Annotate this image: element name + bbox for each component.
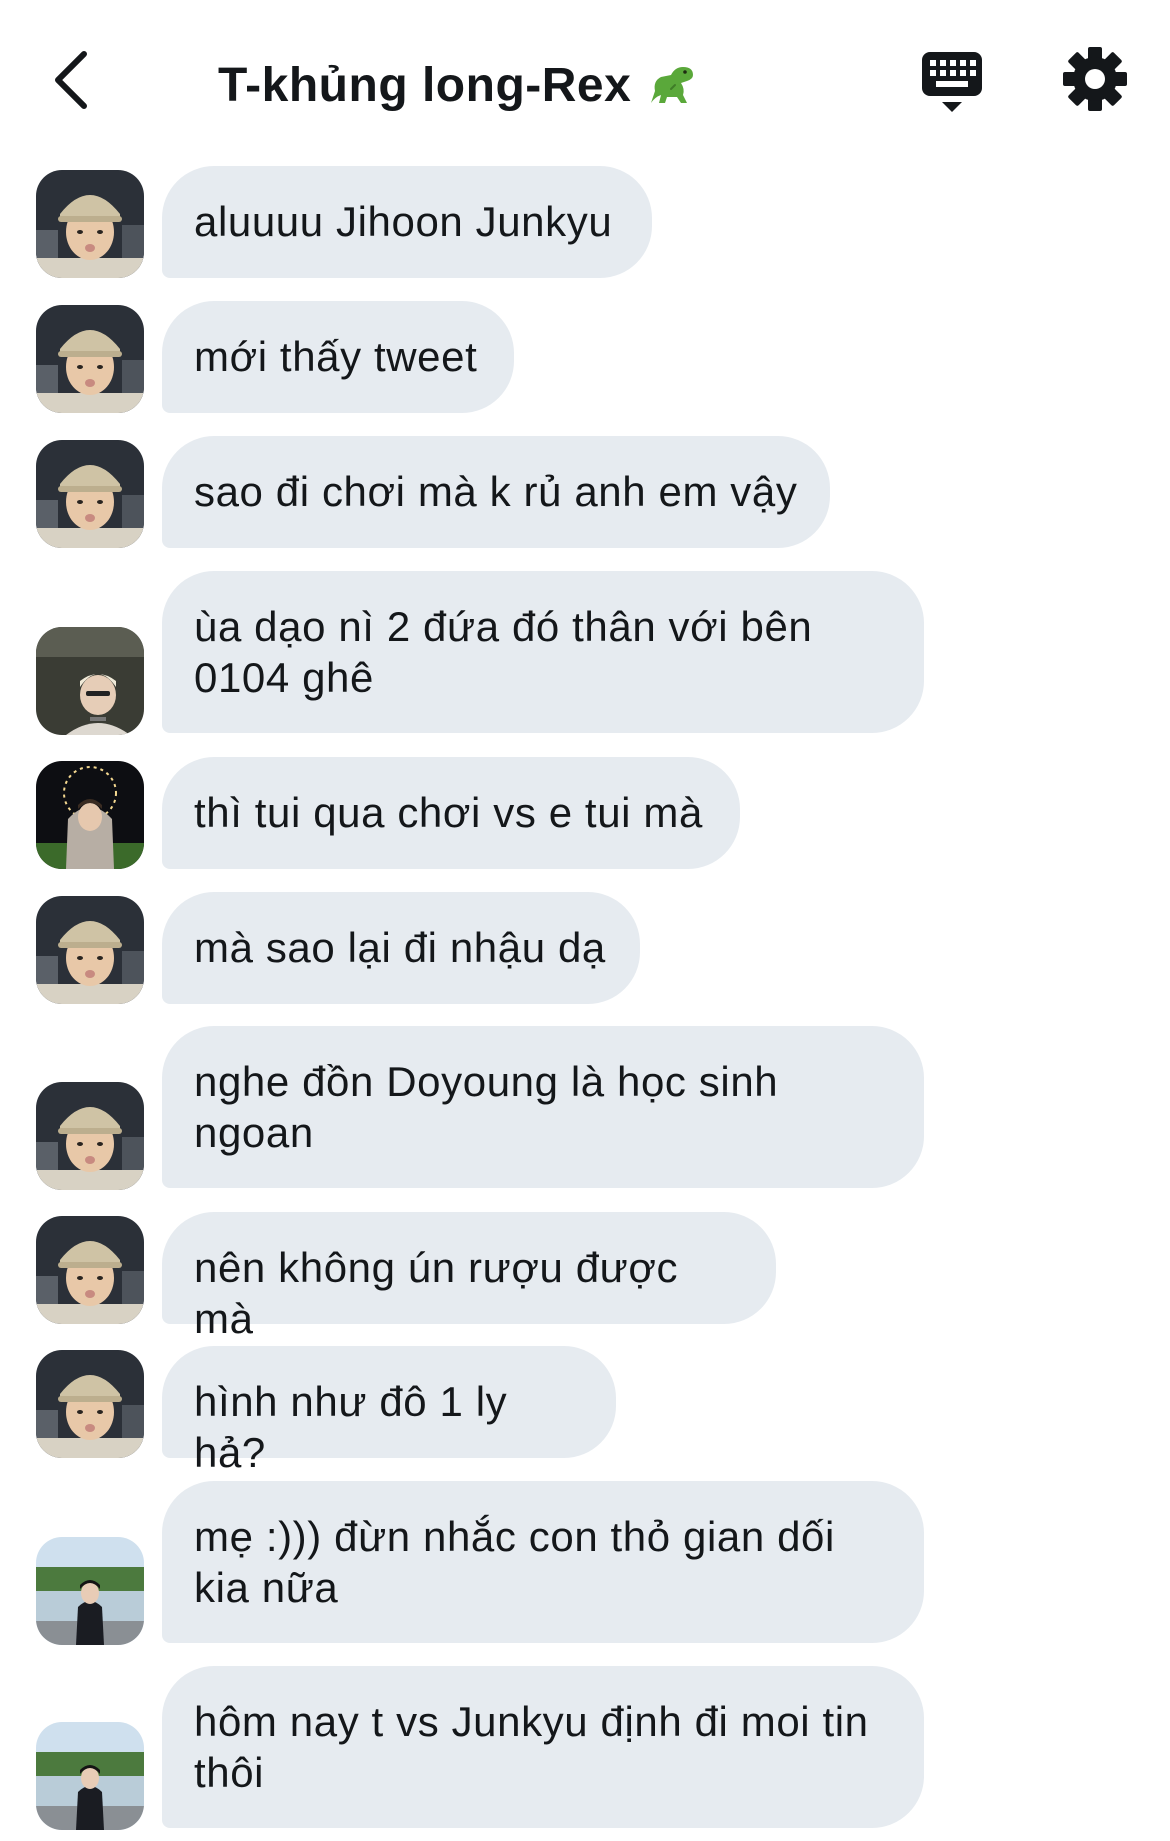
message-bubble[interactable]: mẹ :))) đừn nhắc con thỏ gian dối kia nữ…	[162, 1481, 924, 1643]
message-bubble[interactable]: hình như đô 1 ly hả?	[162, 1346, 616, 1476]
avatar[interactable]	[36, 761, 144, 869]
back-button[interactable]	[40, 45, 100, 115]
avatar[interactable]	[36, 1350, 144, 1458]
message-row: hình như đô 1 ly hả?	[0, 1346, 1170, 1476]
message-row: nghe đồn Doyoung là học sinh ngoan	[0, 1026, 1170, 1188]
avatar[interactable]	[36, 440, 144, 548]
conversation-title: T-khủng long-Rex	[218, 50, 697, 120]
message-bubble[interactable]: aluuuu Jihoon Junkyu	[162, 166, 652, 278]
message-row: aluuuu Jihoon Junkyu	[0, 166, 1170, 278]
keyboard-icon	[922, 52, 982, 112]
message-bubble[interactable]: nghe đồn Doyoung là học sinh ngoan	[162, 1026, 924, 1188]
avatar[interactable]	[36, 896, 144, 1004]
message-row: ùa dạo nì 2 đứa đó thân với bên 0104 ghê	[0, 571, 1170, 733]
chevron-left-icon	[55, 51, 87, 109]
message-bubble[interactable]: mà sao lại đi nhậu dạ	[162, 892, 640, 1004]
avatar[interactable]	[36, 1216, 144, 1324]
message-row: mà sao lại đi nhậu dạ	[0, 892, 1170, 1004]
avatar[interactable]	[36, 1082, 144, 1190]
message-bubble[interactable]: nên không ún rượu được mà	[162, 1212, 776, 1342]
avatar[interactable]	[36, 1722, 144, 1830]
message-row: sao đi chơi mà k rủ anh em vậy	[0, 436, 1170, 548]
avatar[interactable]	[36, 1537, 144, 1645]
conversation-title-text: T-khủng long-Rex	[218, 58, 632, 112]
avatar[interactable]	[36, 170, 144, 278]
dinosaur-icon	[645, 63, 697, 107]
chat-header: T-khủng long-Rex	[0, 0, 1170, 165]
message-row: mới thấy tweet	[0, 301, 1170, 413]
avatar[interactable]	[36, 627, 144, 735]
message-bubble[interactable]: mới thấy tweet	[162, 301, 514, 413]
settings-button[interactable]	[1062, 46, 1128, 112]
keyboard-button[interactable]	[920, 48, 984, 116]
message-bubble[interactable]: ùa dạo nì 2 đứa đó thân với bên 0104 ghê	[162, 571, 924, 733]
message-row: mẹ :))) đừn nhắc con thỏ gian dối kia nữ…	[0, 1481, 1170, 1643]
message-bubble[interactable]: sao đi chơi mà k rủ anh em vậy	[162, 436, 830, 548]
message-row: nên không ún rượu được mà	[0, 1212, 1170, 1342]
message-row: thì tui qua chơi vs e tui mà	[0, 757, 1170, 869]
message-bubble[interactable]: hôm nay t vs Junkyu định đi moi tin thôi	[162, 1666, 924, 1828]
gear-icon	[1063, 47, 1127, 111]
avatar[interactable]	[36, 305, 144, 413]
message-row: hôm nay t vs Junkyu định đi moi tin thôi	[0, 1666, 1170, 1828]
message-bubble[interactable]: thì tui qua chơi vs e tui mà	[162, 757, 740, 869]
